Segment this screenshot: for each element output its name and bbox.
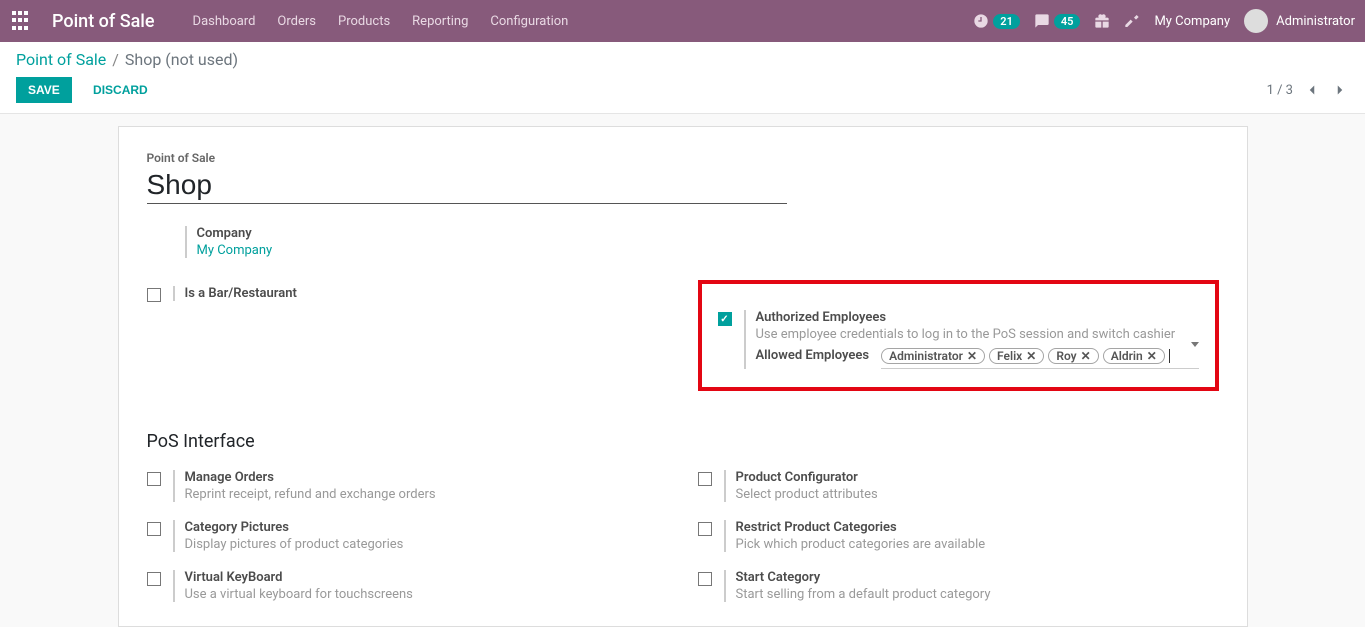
manage-orders-checkbox[interactable] <box>147 472 161 486</box>
pager-prev-icon[interactable] <box>1303 81 1321 99</box>
company-link[interactable]: My Company <box>197 243 1219 258</box>
allowed-employees-label: Allowed Employees <box>756 348 870 363</box>
product-configurator-desc: Select product attributes <box>736 487 1219 502</box>
company-label: Company <box>197 226 1219 241</box>
is-bar-title: Is a Bar/Restaurant <box>185 286 668 301</box>
allowed-employees-input[interactable]: Administrator✕ Felix✕ Roy✕ Aldrin✕ <box>881 348 1198 369</box>
breadcrumb: Point of Sale / Shop (not used) <box>16 50 1349 69</box>
discard-button[interactable]: DISCARD <box>81 77 160 103</box>
apps-icon[interactable] <box>10 9 34 33</box>
manage-orders-title: Manage Orders <box>185 470 668 485</box>
user-menu[interactable]: Administrator <box>1244 9 1355 33</box>
restrict-categories-title: Restrict Product Categories <box>736 520 1219 535</box>
tag-administrator[interactable]: Administrator✕ <box>881 348 985 364</box>
pos-name-label: Point of Sale <box>147 151 1219 165</box>
main-area: Point of Sale Company My Company Is a Ba… <box>0 114 1365 627</box>
category-pictures-checkbox[interactable] <box>147 522 161 536</box>
save-button[interactable]: SAVE <box>16 77 72 103</box>
wrench-icon[interactable] <box>1124 13 1140 29</box>
nav-links: Dashboard Orders Products Reporting Conf… <box>193 14 569 29</box>
category-pictures-title: Category Pictures <box>185 520 668 535</box>
control-bar: Point of Sale / Shop (not used) SAVE DIS… <box>0 42 1365 114</box>
tag-remove-icon[interactable]: ✕ <box>1026 349 1036 363</box>
manage-orders-desc: Reprint receipt, refund and exchange ord… <box>185 487 668 502</box>
start-category-checkbox[interactable] <box>698 572 712 586</box>
restrict-categories-desc: Pick which product categories are availa… <box>736 537 1219 552</box>
restrict-categories-checkbox[interactable] <box>698 522 712 536</box>
start-category-desc: Start selling from a default product cat… <box>736 587 1219 602</box>
auth-employees-checkbox[interactable] <box>718 312 732 326</box>
authorized-employees-highlight: Authorized Employees Use employee creden… <box>698 280 1219 391</box>
product-configurator-checkbox[interactable] <box>698 472 712 486</box>
nav-link-dashboard[interactable]: Dashboard <box>193 14 256 29</box>
user-name: Administrator <box>1276 14 1355 29</box>
tag-remove-icon[interactable]: ✕ <box>1081 349 1091 363</box>
pager-text: 1 / 3 <box>1267 83 1293 98</box>
pos-name-input[interactable] <box>147 169 787 201</box>
avatar <box>1244 9 1268 33</box>
pager-next-icon[interactable] <box>1331 81 1349 99</box>
virtual-keyboard-desc: Use a virtual keyboard for touchscreens <box>185 587 668 602</box>
nav-link-products[interactable]: Products <box>338 14 390 29</box>
messages-badge[interactable]: 45 <box>1034 13 1081 29</box>
tags-cursor <box>1169 349 1170 363</box>
pager: 1 / 3 <box>1267 81 1349 99</box>
gift-icon[interactable] <box>1094 13 1110 29</box>
tag-aldrin[interactable]: Aldrin✕ <box>1103 348 1165 364</box>
nav-link-configuration[interactable]: Configuration <box>490 14 568 29</box>
app-title[interactable]: Point of Sale <box>52 11 155 32</box>
start-category-title: Start Category <box>736 570 1219 585</box>
clock-icon <box>973 13 989 29</box>
breadcrumb-sep: / <box>112 50 119 69</box>
auth-employees-title: Authorized Employees <box>756 310 1199 325</box>
virtual-keyboard-title: Virtual KeyBoard <box>185 570 668 585</box>
breadcrumb-current: Shop (not used) <box>125 50 238 69</box>
tag-roy[interactable]: Roy✕ <box>1048 348 1098 364</box>
category-pictures-desc: Display pictures of product categories <box>185 537 668 552</box>
company-selector[interactable]: My Company <box>1154 14 1230 29</box>
auth-employees-desc: Use employee credentials to log in to th… <box>756 327 1199 342</box>
section-pos-interface: PoS Interface <box>147 431 1219 452</box>
nav-link-orders[interactable]: Orders <box>277 14 316 29</box>
product-configurator-title: Product Configurator <box>736 470 1219 485</box>
nav-link-reporting[interactable]: Reporting <box>412 14 468 29</box>
virtual-keyboard-checkbox[interactable] <box>147 572 161 586</box>
tag-felix[interactable]: Felix✕ <box>989 348 1044 364</box>
top-navbar: Point of Sale Dashboard Orders Products … <box>0 0 1365 42</box>
breadcrumb-root[interactable]: Point of Sale <box>16 50 106 69</box>
messages-count: 45 <box>1054 14 1081 29</box>
tag-remove-icon[interactable]: ✕ <box>967 349 977 363</box>
tags-dropdown-caret[interactable] <box>1191 347 1199 362</box>
form-sheet: Point of Sale Company My Company Is a Ba… <box>118 126 1248 627</box>
chat-icon <box>1034 13 1050 29</box>
tag-remove-icon[interactable]: ✕ <box>1147 349 1157 363</box>
activity-badge[interactable]: 21 <box>973 13 1020 29</box>
is-bar-checkbox[interactable] <box>147 288 161 302</box>
activity-count: 21 <box>993 14 1020 29</box>
